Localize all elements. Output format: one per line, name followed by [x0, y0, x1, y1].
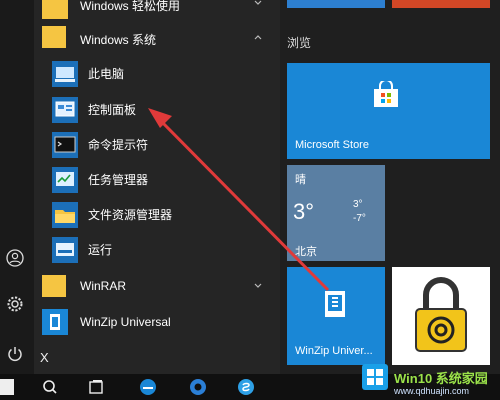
watermark-logo-icon: [362, 364, 388, 390]
watermark-brand: Win10 系统家园: [394, 371, 488, 386]
search-icon[interactable]: [40, 377, 60, 397]
start-button-icon[interactable]: [0, 379, 14, 395]
skype-app-icon[interactable]: [236, 377, 256, 397]
browser-app-icon[interactable]: [188, 377, 208, 397]
annotation-arrow: [148, 108, 330, 292]
watermark: Win10 系统家园 www.qdhuajin.com: [362, 364, 500, 400]
edge-browser-icon[interactable]: [138, 377, 158, 397]
watermark-url: www.qdhuajin.com: [394, 386, 470, 396]
task-view-icon[interactable]: [86, 377, 106, 397]
